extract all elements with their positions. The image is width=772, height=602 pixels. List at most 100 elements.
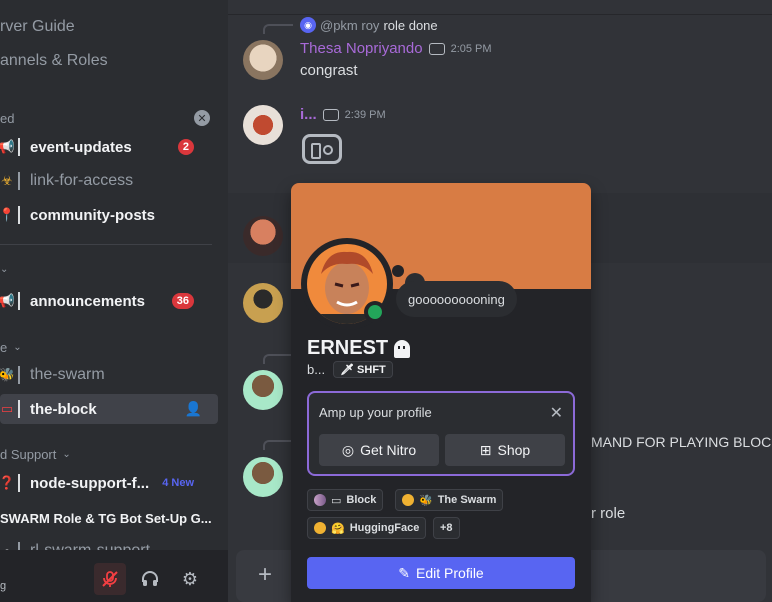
- category-header[interactable]: d Support ⌄: [0, 447, 71, 462]
- category-header[interactable]: ⌄: [0, 264, 8, 275]
- game-tag-icon: ▭: [331, 494, 342, 507]
- channel-bar: [18, 366, 20, 384]
- megaphone-icon: 📢: [0, 293, 16, 308]
- role-label: The Swarm: [437, 494, 497, 506]
- message-timestamp: 2:39 PM: [344, 108, 386, 121]
- question-icon: ❓: [0, 475, 16, 490]
- profile-popout: goooooooooning ERNEST b... 🗡 SHFT Amp up …: [291, 183, 591, 602]
- message-author[interactable]: Thesa Nopriyando: [300, 40, 423, 57]
- pin-icon: 📍: [0, 207, 16, 222]
- headphones-icon[interactable]: [134, 563, 166, 595]
- plus-icon[interactable]: +: [252, 561, 278, 588]
- sword-icon: 🗡: [340, 364, 355, 376]
- channel-community-posts[interactable]: 📍 community-posts: [0, 200, 155, 230]
- edit-profile-label: Edit Profile: [416, 565, 484, 581]
- message-content: MAND FOR PLAYING BLOCKAS: [591, 434, 772, 450]
- username: b...: [307, 362, 326, 377]
- channel-announcements[interactable]: 📢 announcements 36: [0, 286, 212, 316]
- avatar[interactable]: [243, 216, 283, 256]
- message-header: Thesa Nopriyando 2:05 PM: [300, 40, 492, 57]
- role-pill[interactable]: 🤗 HuggingFace: [307, 517, 427, 539]
- channel-name: link-for-access: [30, 172, 134, 189]
- nitro-title: Amp up your profile: [319, 405, 432, 420]
- role-pill[interactable]: 🐝 The Swarm: [395, 489, 504, 511]
- avatar[interactable]: [243, 283, 283, 323]
- block-icon: ▭: [0, 401, 14, 416]
- chevron-down-icon: ⌄: [0, 264, 9, 275]
- message-author[interactable]: i...: [300, 106, 317, 123]
- username-tail: g: [0, 580, 7, 592]
- reply-mention: @pkm roy: [320, 17, 380, 33]
- reply-line: [263, 440, 293, 450]
- new-badge: 4 New: [162, 477, 194, 489]
- hazard-icon: ☣: [1, 173, 13, 188]
- gear-icon[interactable]: ⚙: [174, 563, 206, 595]
- game-tag-icon: [322, 108, 339, 121]
- reply-line: [263, 24, 293, 34]
- chevron-down-icon: ⌄: [13, 342, 22, 353]
- close-icon[interactable]: ✕: [194, 110, 210, 126]
- channel-swarm-role[interactable]: SWARM Role & TG Bot Set-Up G...: [0, 503, 212, 533]
- game-controller-icon: [302, 134, 342, 164]
- add-user-icon[interactable]: 👤: [185, 401, 202, 418]
- chevron-down-icon: ⌄: [62, 449, 71, 460]
- channel-link-for-access[interactable]: ☣ link-for-access: [0, 166, 133, 196]
- avatar[interactable]: [243, 457, 283, 497]
- profile-name: ERNEST: [307, 337, 411, 360]
- channel-the-block[interactable]: ▭ the-block 👤: [0, 394, 218, 424]
- get-nitro-label: Get Nitro: [360, 442, 417, 458]
- category-label: ed: [0, 111, 15, 126]
- game-tag-icon: [428, 42, 445, 55]
- avatar[interactable]: [243, 105, 283, 145]
- mic-muted-icon[interactable]: [94, 563, 126, 595]
- close-icon[interactable]: ✕: [550, 403, 563, 423]
- role-pill[interactable]: ▭ Block: [307, 489, 384, 511]
- category-header[interactable]: e ⌄: [0, 340, 22, 355]
- channel-name: announcements: [30, 292, 146, 310]
- avatar[interactable]: [243, 370, 283, 410]
- get-nitro-button[interactable]: ◎ Get Nitro: [319, 434, 439, 466]
- unread-bar: [18, 138, 20, 156]
- role-color-dot: [314, 494, 326, 506]
- channel-event-updates[interactable]: 📢 event-updates 2: [0, 132, 212, 162]
- reply-preview[interactable]: ◉ @pkm roy role done: [300, 17, 438, 33]
- more-roles-button[interactable]: +8: [433, 517, 460, 539]
- avatar[interactable]: [243, 40, 283, 80]
- online-status-icon: [364, 301, 386, 323]
- display-name: ERNEST: [307, 337, 389, 359]
- channel-bar: [18, 172, 20, 190]
- nitro-upsell: Amp up your profile ✕ ◎ Get Nitro ⊞ Shop: [307, 391, 575, 476]
- unread-bar: [18, 292, 20, 310]
- message-content: congrast: [300, 62, 358, 79]
- edit-profile-button[interactable]: ✎ Edit Profile: [307, 557, 575, 589]
- unread-bar: [18, 474, 20, 492]
- unread-bar: [18, 206, 20, 224]
- channel-the-swarm[interactable]: 🐝 the-swarm: [0, 360, 105, 390]
- divider: [0, 244, 212, 245]
- role-color-dot: [402, 494, 414, 506]
- category-label: d Support: [0, 447, 57, 462]
- discord-icon: ◉: [300, 17, 316, 33]
- user-panel: g ⚙: [0, 550, 228, 602]
- bee-icon: 🐝: [419, 494, 433, 507]
- role-label: Block: [346, 494, 377, 506]
- more-roles-label: +8: [440, 522, 453, 534]
- divider: [228, 14, 772, 15]
- channel-sidebar: rver Guide annels & Roles ed ✕ 📢 event-u…: [0, 0, 228, 602]
- channels-roles-link[interactable]: annels & Roles: [0, 46, 108, 76]
- shop-button[interactable]: ⊞ Shop: [445, 434, 565, 466]
- channel-node-support[interactable]: ❓ node-support-f... 4 New: [0, 468, 212, 498]
- shop-icon: ⊞: [479, 441, 492, 458]
- clan-tag[interactable]: 🗡 SHFT: [333, 361, 393, 378]
- channels-roles-label: annels & Roles: [0, 52, 108, 69]
- mention-badge: 36: [171, 293, 194, 309]
- channel-name: the-block: [30, 400, 97, 418]
- nitro-icon: ◎: [341, 441, 355, 458]
- bubble-dot: [392, 265, 404, 277]
- channel-name: node-support-f...: [30, 474, 150, 492]
- channel-name: event-updates: [30, 138, 132, 156]
- category-header[interactable]: ed: [0, 111, 14, 126]
- mention-badge: 2: [177, 139, 194, 155]
- channel-bar: [18, 400, 20, 418]
- server-guide-link[interactable]: rver Guide: [0, 12, 75, 42]
